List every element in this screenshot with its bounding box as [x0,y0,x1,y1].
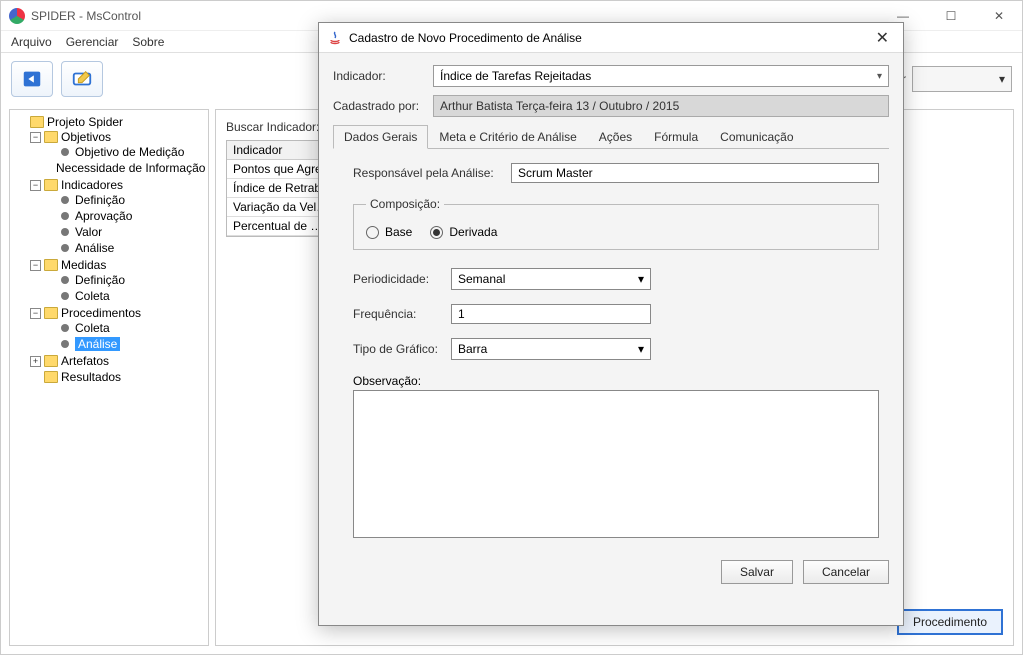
radio-icon [366,226,379,239]
bullet-icon [61,196,69,204]
radio-derivada-option[interactable]: Derivada [430,225,497,239]
responsavel-label: Responsável pela Análise: [353,166,503,180]
bullet-icon [61,340,69,348]
tree-analise-p[interactable]: Análise [75,337,120,351]
tab-dados-gerais[interactable]: Dados Gerais [333,125,428,149]
java-icon [327,30,343,46]
cadastrado-label: Cadastrado por: [333,99,425,113]
bullet-icon [61,148,69,156]
chevron-down-icon: ▾ [877,71,882,82]
folder-icon [44,131,58,143]
chevron-down-icon: ▾ [638,272,644,286]
periodicidade-value: Semanal [458,272,505,286]
tree-necessidade-info[interactable]: Necessidade de Informação [56,161,205,175]
minimize-button[interactable]: — [888,9,918,23]
menu-arquivo[interactable]: Arquivo [11,35,52,49]
tab-formula[interactable]: Fórmula [643,125,709,148]
indicador-combo[interactable]: Índice de Tarefas Rejeitadas ▾ [433,65,889,87]
dialog-title: Cadastro de Novo Procedimento de Análise [349,31,582,45]
periodicidade-label: Periodicidade: [353,272,443,286]
tab-comunicacao[interactable]: Comunicação [709,125,804,148]
tree-objetivos[interactable]: Objetivos [61,130,111,144]
radio-base-option[interactable]: Base [366,225,412,239]
radio-derivada-label: Derivada [449,225,497,239]
collapse-icon[interactable]: − [30,260,41,271]
tipografico-combo[interactable]: Barra ▾ [451,338,651,360]
bullet-icon [61,228,69,236]
tree-procedimentos[interactable]: Procedimentos [61,306,141,320]
observacao-label: Observação: [353,374,421,388]
tree-definicao-m[interactable]: Definição [75,273,125,287]
bullet-icon [61,324,69,332]
observacao-textarea[interactable] [353,390,879,538]
folder-icon [30,116,44,128]
edit-card-icon [71,68,93,90]
close-button[interactable]: ✕ [984,9,1014,23]
folder-icon [44,371,58,383]
folder-icon [44,259,58,271]
collapse-icon[interactable]: − [30,308,41,319]
sidebar-tree[interactable]: Projeto Spider − Objetivos Objetivo de Me… [9,109,209,646]
radio-base-label: Base [385,225,412,239]
toolbar-btn-1[interactable] [11,61,53,97]
salvar-button[interactable]: Salvar [721,560,793,584]
tab-meta-criterio[interactable]: Meta e Critério de Análise [428,125,587,148]
chevron-down-icon: ▾ [999,72,1005,86]
tree-medidas[interactable]: Medidas [61,258,106,272]
folder-icon [44,179,58,191]
tipografico-value: Barra [458,342,487,356]
tree-objetivo-medicao[interactable]: Objetivo de Medição [75,145,184,159]
chevron-down-icon: ▾ [638,342,644,356]
tree-indicadores[interactable]: Indicadores [61,178,123,192]
cancelar-button[interactable]: Cancelar [803,560,889,584]
tree-definicao[interactable]: Definição [75,193,125,207]
welcome-dropdown[interactable]: ▾ [912,66,1012,92]
arrow-left-icon [21,68,43,90]
composicao-legend: Composição: [366,197,444,211]
tree-valor[interactable]: Valor [75,225,102,239]
folder-icon [44,307,58,319]
tab-acoes[interactable]: Ações [588,125,643,148]
indicador-value: Índice de Tarefas Rejeitadas [440,69,591,83]
toolbar-btn-2[interactable] [61,61,103,97]
tree-coleta-p[interactable]: Coleta [75,321,110,335]
tipografico-label: Tipo de Gráfico: [353,342,443,356]
radio-icon [430,226,443,239]
window-title: SPIDER - MsControl [31,9,141,23]
tree-analise-i[interactable]: Análise [75,241,114,255]
menu-sobre[interactable]: Sobre [132,35,164,49]
indicador-label: Indicador: [333,69,425,83]
maximize-button[interactable]: ☐ [936,9,966,23]
bullet-icon [61,244,69,252]
bullet-icon [61,292,69,300]
expand-icon[interactable]: + [30,356,41,367]
periodicidade-combo[interactable]: Semanal ▾ [451,268,651,290]
procedimento-button[interactable]: Procedimento [897,609,1003,635]
dialog-novo-procedimento: Cadastro de Novo Procedimento de Análise… [318,22,904,626]
tree-resultados[interactable]: Resultados [61,370,121,384]
tree-aprovacao[interactable]: Aprovação [75,209,132,223]
tree-root[interactable]: Projeto Spider [47,115,123,129]
collapse-icon[interactable]: − [30,180,41,191]
frequencia-label: Frequência: [353,307,443,321]
cadastrado-value: Arthur Batista Terça-feira 13 / Outubro … [433,95,889,117]
bullet-icon [61,212,69,220]
app-icon [9,8,25,24]
tree-artefatos[interactable]: Artefatos [61,354,109,368]
dialog-close-button[interactable]: ✕ [870,28,895,48]
frequencia-input[interactable] [451,304,651,324]
menu-gerenciar[interactable]: Gerenciar [66,35,119,49]
responsavel-input[interactable] [511,163,879,183]
folder-icon [44,355,58,367]
bullet-icon [61,276,69,284]
tree-coleta-m[interactable]: Coleta [75,289,110,303]
collapse-icon[interactable]: − [30,132,41,143]
